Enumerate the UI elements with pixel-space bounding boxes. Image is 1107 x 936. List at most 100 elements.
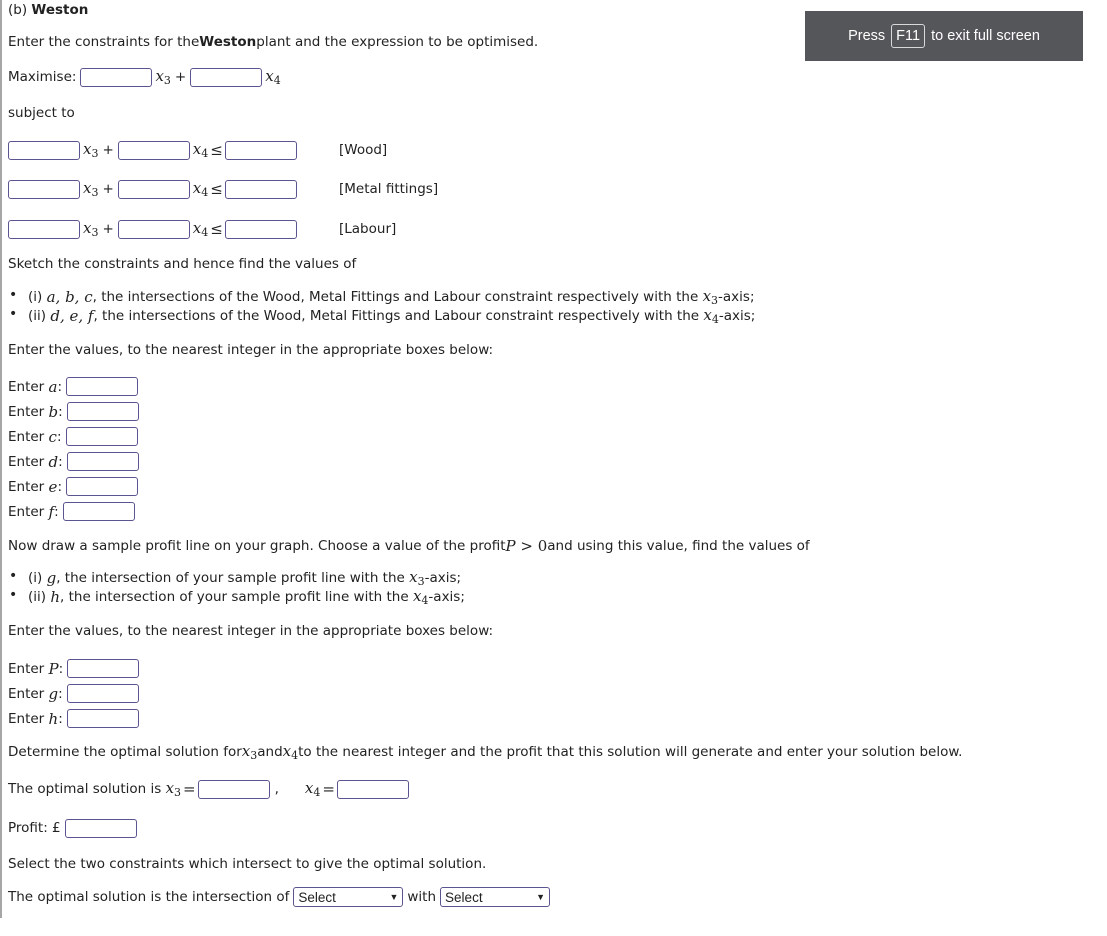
enter-e-row: Enter e: <box>8 474 142 499</box>
select-value: Select <box>445 889 483 905</box>
variable-symbol: d <box>48 452 59 471</box>
enter-f-input[interactable] <box>62 502 135 521</box>
variable-symbol: b <box>48 402 59 421</box>
constraint-row: x3 + x4 ≤ [Wood] <box>8 140 508 160</box>
intro-after: plant and the expression to be optimised… <box>256 34 539 50</box>
enter-g-input[interactable] <box>66 684 139 703</box>
enter-e-input[interactable] <box>66 477 138 496</box>
colon: : <box>58 710 63 727</box>
x4-symbol: x4 <box>304 779 321 799</box>
profit-label: Profit: £ <box>8 820 61 836</box>
enter-c-row: Enter c: <box>8 424 142 449</box>
axis-symbol: x3 <box>409 567 425 588</box>
constraint-rhs-input[interactable] <box>224 140 297 160</box>
constraint-x3-coef-input[interactable] <box>8 219 80 239</box>
profit-input[interactable] <box>64 818 137 838</box>
f11-key: F11 <box>891 24 926 48</box>
plant-name: Weston <box>31 2 89 18</box>
enter-label: Enter <box>8 710 45 727</box>
enter-h-input[interactable] <box>66 709 139 728</box>
enter-label: Enter <box>8 403 45 420</box>
enter-label: Enter <box>8 478 45 495</box>
constraint-select-1[interactable]: Select ▼ <box>293 887 404 907</box>
enter-g-row: Enter g: <box>8 681 142 706</box>
profit-inputs: Enter P: Enter g: Enter h: <box>8 656 142 731</box>
determine-after: to the nearest integer and the profit th… <box>298 744 963 760</box>
axis-symbol: x4 <box>412 586 429 607</box>
colon: : <box>57 378 63 395</box>
optimal-x3-input[interactable] <box>197 779 270 799</box>
constraint-rhs-input[interactable] <box>224 219 297 239</box>
constraint-rhs-input[interactable] <box>224 179 297 199</box>
enter-d-input[interactable] <box>66 452 139 471</box>
leq-sign: ≤ <box>210 180 223 198</box>
enter-P-row: Enter P: <box>8 656 142 681</box>
sketch-instructions: Sketch the constraints and hence find th… <box>8 256 357 272</box>
profit-row: Profit: £ <box>8 818 140 838</box>
intersection-inputs: Enter a: Enter b: Enter c: Enter d: Enter e:… <box>8 374 142 524</box>
plus-sign: + <box>102 181 114 197</box>
colon: : <box>58 403 63 420</box>
list-item: (i) a, b, c, the intersections of the Wo… <box>8 287 755 307</box>
optimal-x4-input[interactable] <box>336 779 409 799</box>
colon: : <box>58 453 63 470</box>
x4-symbol: x4 <box>192 219 209 239</box>
dropdown-arrow-icon: ▼ <box>389 892 399 902</box>
objective-x4-coef-input[interactable] <box>190 67 263 87</box>
objective-row: Maximise: x3 + x4 <box>8 67 281 87</box>
enter-a-input[interactable] <box>66 377 139 396</box>
enter-c-input[interactable] <box>65 427 138 446</box>
variable-symbol: g <box>48 684 59 703</box>
intersections-list: (i) a, b, c, the intersections of the Wo… <box>8 287 755 326</box>
constraint-select-2[interactable]: Select ▼ <box>440 887 551 907</box>
maximise-label: Maximise: <box>8 69 77 85</box>
enter-label: Enter <box>8 453 45 470</box>
enter-P-input[interactable] <box>67 659 140 678</box>
enter-b-input[interactable] <box>66 402 139 421</box>
profit-list: (i) g, the intersection of your sample p… <box>8 567 465 607</box>
intro-before: Enter the constraints for the <box>8 34 200 50</box>
constraint-x3-coef-input[interactable] <box>8 140 80 160</box>
variable-symbol: P <box>48 659 59 678</box>
enter-d-row: Enter d: <box>8 449 142 474</box>
profit-line-text: Now draw a sample profit line on your gr… <box>8 536 810 556</box>
enter-h-row: Enter h: <box>8 706 142 731</box>
item-suffix: -axis; <box>424 569 462 586</box>
profit-condition: P > 0 <box>505 537 548 555</box>
part-heading: (b) Weston <box>8 1 88 19</box>
x3-symbol: x3 <box>83 219 99 239</box>
constraint-x4-coef-input[interactable] <box>117 219 190 239</box>
var: x <box>265 67 274 85</box>
leq-sign: ≤ <box>210 220 223 238</box>
item-var: g <box>46 568 57 587</box>
select-value: Select <box>298 889 336 905</box>
constraint-row: x3 + x4 ≤ [Labour] <box>8 219 508 239</box>
constraint-x4-coef-input[interactable] <box>117 140 190 160</box>
enter-f-row: Enter f: <box>8 499 142 524</box>
objective-x3-coef-input[interactable] <box>80 67 153 87</box>
comma: , <box>274 781 279 797</box>
colon: : <box>54 503 59 520</box>
constraint-x3-coef-input[interactable] <box>8 179 80 199</box>
x3-symbol: x3 <box>165 779 182 799</box>
part-label: (b) <box>8 2 28 18</box>
constraint-row: x3 + x4 ≤ [Metal fittings] <box>8 179 508 199</box>
enter-label: Enter <box>8 428 45 445</box>
exit-text: to exit full screen <box>931 28 1040 44</box>
var: x <box>155 67 164 85</box>
x3-symbol: x3 <box>83 179 99 199</box>
item-vars: a, b, c <box>46 287 93 306</box>
enter-label: Enter <box>8 660 45 677</box>
profit-line-after: and using this value, find the values of <box>547 538 810 554</box>
constraint-name: [Wood] <box>339 142 388 158</box>
sub: 3 <box>163 74 171 87</box>
constraint-name: [Labour] <box>339 221 397 237</box>
determine-before: Determine the optimal solution for <box>8 744 242 760</box>
x3-symbol: x3 <box>83 140 99 160</box>
variable-symbol: a <box>48 377 58 396</box>
and-text: and <box>257 744 283 760</box>
colon: : <box>58 660 64 677</box>
constraint-x4-coef-input[interactable] <box>117 179 190 199</box>
colon: : <box>57 478 62 495</box>
enter-values-text-2: Enter the values, to the nearest integer… <box>8 623 494 639</box>
